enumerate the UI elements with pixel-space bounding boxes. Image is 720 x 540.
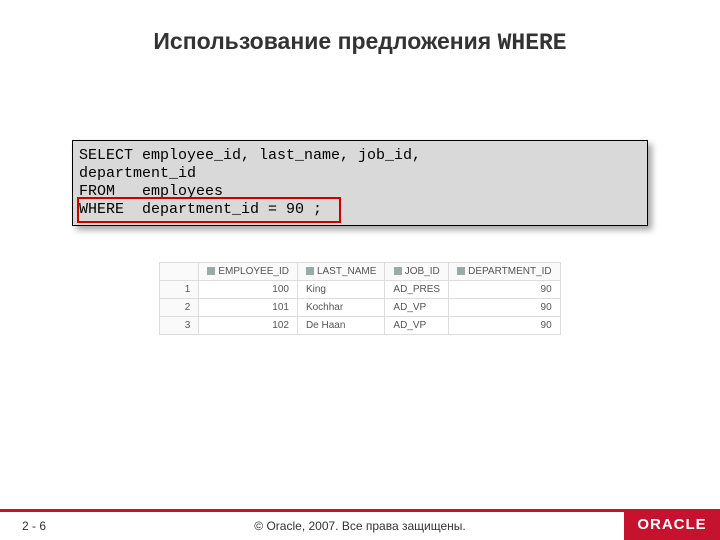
cell-department-id: 90 bbox=[449, 299, 561, 317]
cell-last-name: Kochhar bbox=[297, 299, 384, 317]
column-type-icon bbox=[457, 267, 465, 275]
table-row: 1 100 King AD_PRES 90 bbox=[160, 281, 560, 299]
cell-employee-id: 101 bbox=[199, 299, 298, 317]
slide-title: Использование предложения WHERE bbox=[0, 0, 720, 56]
footer-bar: 2 - 6 © Oracle, 2007. Все права защищены… bbox=[0, 509, 720, 540]
table-row: 2 101 Kochhar AD_VP 90 bbox=[160, 299, 560, 317]
column-type-icon bbox=[207, 267, 215, 275]
row-number: 1 bbox=[160, 281, 199, 299]
col-department-id: DEPARTMENT_ID bbox=[449, 263, 561, 281]
row-number: 3 bbox=[160, 317, 199, 335]
column-type-icon bbox=[394, 267, 402, 275]
cell-last-name: De Haan bbox=[297, 317, 384, 335]
sql-line-1: SELECT employee_id, last_name, job_id, bbox=[79, 147, 421, 164]
cell-job-id: AD_VP bbox=[385, 299, 449, 317]
title-text: Использование предложения bbox=[153, 28, 497, 54]
cell-employee-id: 100 bbox=[199, 281, 298, 299]
page-number: 2 - 6 bbox=[22, 519, 46, 533]
sql-line-2: department_id bbox=[79, 165, 196, 182]
copyright-text: © Oracle, 2007. Все права защищены. bbox=[254, 519, 465, 533]
sql-code-box: SELECT employee_id, last_name, job_id, d… bbox=[72, 140, 648, 226]
corner-cell bbox=[160, 263, 199, 281]
column-type-icon bbox=[306, 267, 314, 275]
cell-job-id: AD_VP bbox=[385, 317, 449, 335]
cell-last-name: King bbox=[297, 281, 384, 299]
col-last-name: LAST_NAME bbox=[297, 263, 384, 281]
cell-job-id: AD_PRES bbox=[385, 281, 449, 299]
cell-department-id: 90 bbox=[449, 317, 561, 335]
cell-employee-id: 102 bbox=[199, 317, 298, 335]
sql-line-3: FROM employees bbox=[79, 183, 223, 200]
oracle-logo: ORACLE bbox=[624, 509, 720, 540]
sql-line-4: WHERE department_id = 90 ; bbox=[79, 201, 322, 218]
cell-department-id: 90 bbox=[449, 281, 561, 299]
col-employee-id: EMPLOYEE_ID bbox=[199, 263, 298, 281]
table-row: 3 102 De Haan AD_VP 90 bbox=[160, 317, 560, 335]
result-table: EMPLOYEE_ID LAST_NAME JOB_ID DEPARTMENT_… bbox=[159, 262, 560, 335]
row-number: 2 bbox=[160, 299, 199, 317]
col-job-id: JOB_ID bbox=[385, 263, 449, 281]
title-code: WHERE bbox=[498, 30, 567, 56]
table-header-row: EMPLOYEE_ID LAST_NAME JOB_ID DEPARTMENT_… bbox=[160, 263, 560, 281]
